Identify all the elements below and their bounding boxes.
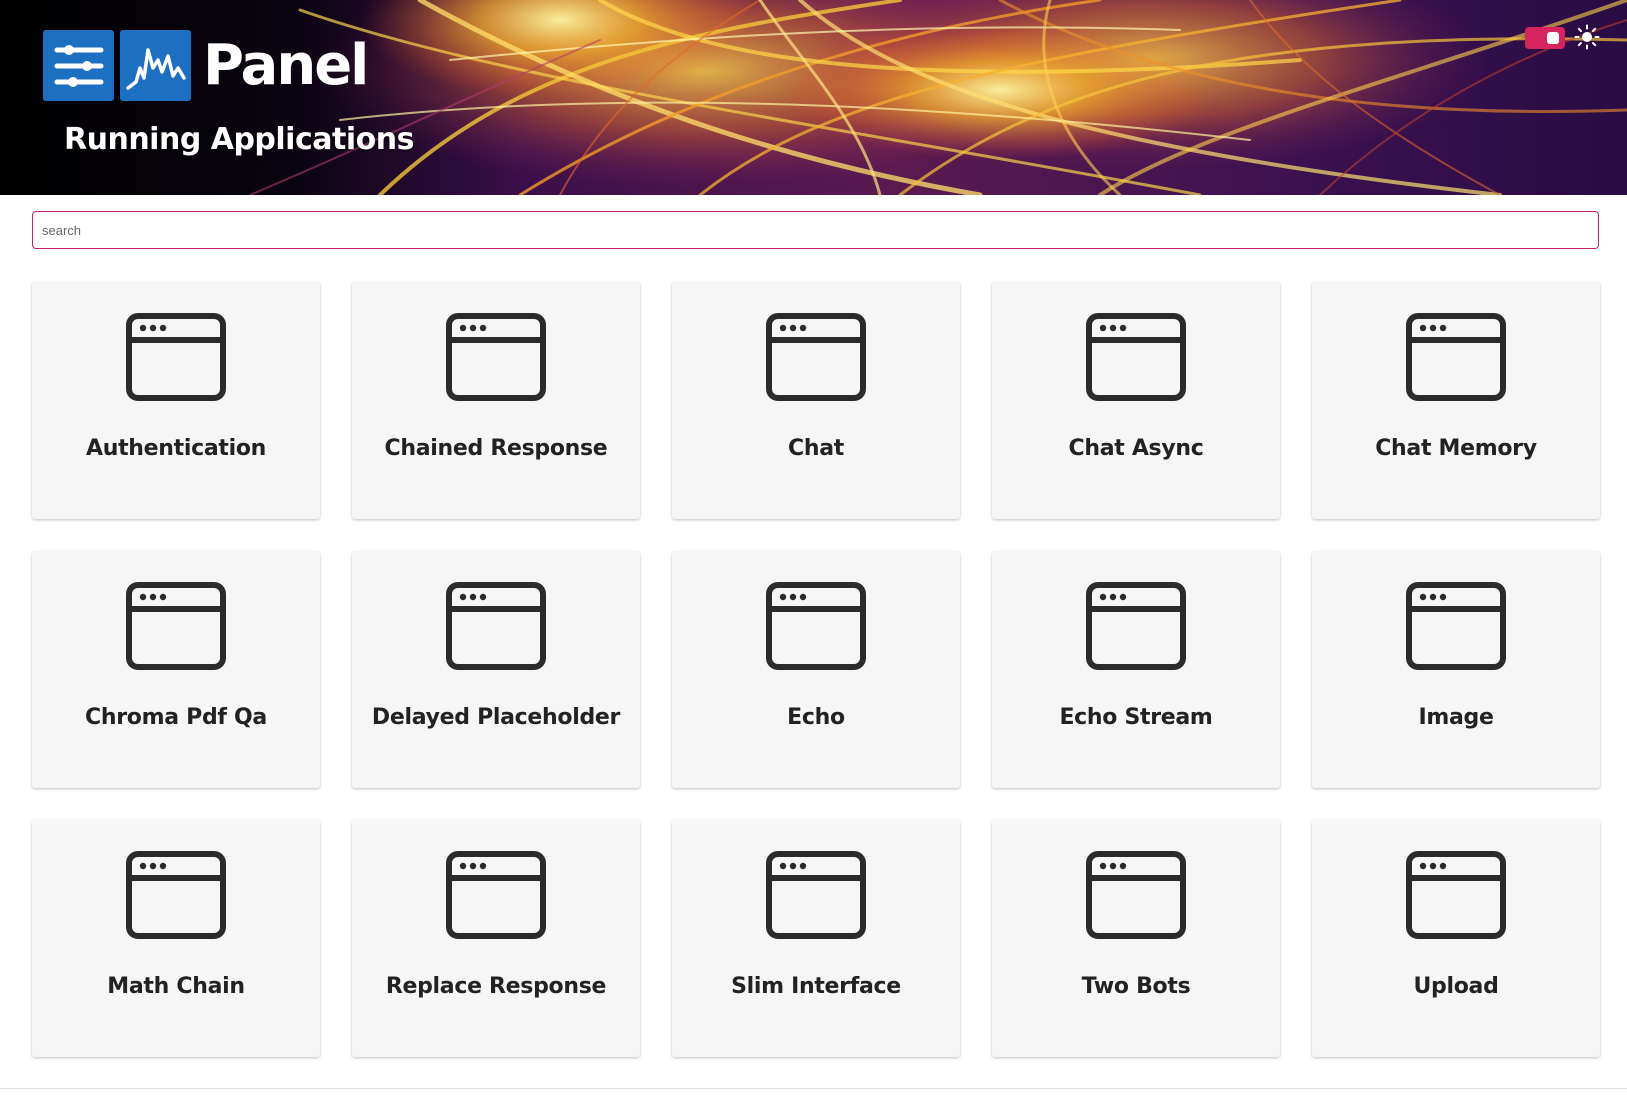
app-index-page: Panel Running Applications search Authen…	[0, 0, 1627, 1118]
app-card-label: Replace Response	[385, 974, 607, 999]
sliders-icon	[43, 30, 114, 101]
logo-wordmark: Panel	[203, 33, 369, 98]
app-card-label: Chat Async	[1068, 436, 1204, 461]
line-chart-icon	[120, 30, 191, 101]
app-card[interactable]: Upload	[1312, 820, 1600, 1057]
app-card-label: Slim Interface	[731, 974, 901, 999]
app-card[interactable]: Echo	[672, 551, 960, 788]
browser-window-icon	[766, 313, 866, 401]
browser-window-icon	[446, 313, 546, 401]
footer-divider	[0, 1088, 1627, 1089]
app-card[interactable]: Slim Interface	[672, 820, 960, 1057]
browser-window-icon	[766, 582, 866, 670]
theme-toggle[interactable]	[1525, 27, 1565, 49]
app-card[interactable]: Authentication	[32, 282, 320, 519]
app-card-label: Image	[1418, 705, 1494, 730]
browser-window-icon	[1406, 582, 1506, 670]
toggle-knob	[1547, 32, 1559, 44]
app-card[interactable]: Two Bots	[992, 820, 1280, 1057]
app-card-label: Echo	[787, 705, 845, 730]
app-card[interactable]: Chroma Pdf Qa	[32, 551, 320, 788]
app-card-label: Echo Stream	[1059, 705, 1213, 730]
browser-window-icon	[1406, 313, 1506, 401]
app-card[interactable]: Chat	[672, 282, 960, 519]
browser-window-icon	[766, 851, 866, 939]
app-card[interactable]: Image	[1312, 551, 1600, 788]
app-card[interactable]: Echo Stream	[992, 551, 1280, 788]
app-card-label: Chat Memory	[1375, 436, 1537, 461]
app-card-label: Authentication	[85, 436, 267, 461]
app-card-label: Chat	[788, 436, 844, 461]
browser-window-icon	[446, 582, 546, 670]
app-card[interactable]: Chat Async	[992, 282, 1280, 519]
page-title: Running Applications	[64, 122, 414, 157]
app-card[interactable]: Replace Response	[352, 820, 640, 1057]
app-card-label: Delayed Placeholder	[371, 705, 621, 730]
app-card[interactable]: Math Chain	[32, 820, 320, 1057]
panel-logo[interactable]: Panel	[43, 30, 369, 101]
app-card-label: Upload	[1413, 974, 1499, 999]
browser-window-icon	[126, 313, 226, 401]
app-card-label: Two Bots	[1081, 974, 1191, 999]
app-grid: Authentication Chained Response Chat Cha…	[32, 282, 1600, 1057]
browser-window-icon	[446, 851, 546, 939]
app-card[interactable]: Chained Response	[352, 282, 640, 519]
search-input[interactable]	[32, 211, 1599, 249]
app-card-label: Chained Response	[384, 436, 608, 461]
browser-window-icon	[1086, 582, 1186, 670]
browser-window-icon	[126, 851, 226, 939]
header-banner: Panel Running Applications	[0, 0, 1627, 195]
browser-window-icon	[1086, 313, 1186, 401]
app-card-label: Chroma Pdf Qa	[85, 705, 267, 730]
app-card[interactable]: Delayed Placeholder	[352, 551, 640, 788]
app-card-label: Math Chain	[107, 974, 245, 999]
sun-icon[interactable]	[1574, 24, 1600, 50]
app-card[interactable]: Chat Memory	[1312, 282, 1600, 519]
browser-window-icon	[1086, 851, 1186, 939]
browser-window-icon	[1406, 851, 1506, 939]
browser-window-icon	[126, 582, 226, 670]
